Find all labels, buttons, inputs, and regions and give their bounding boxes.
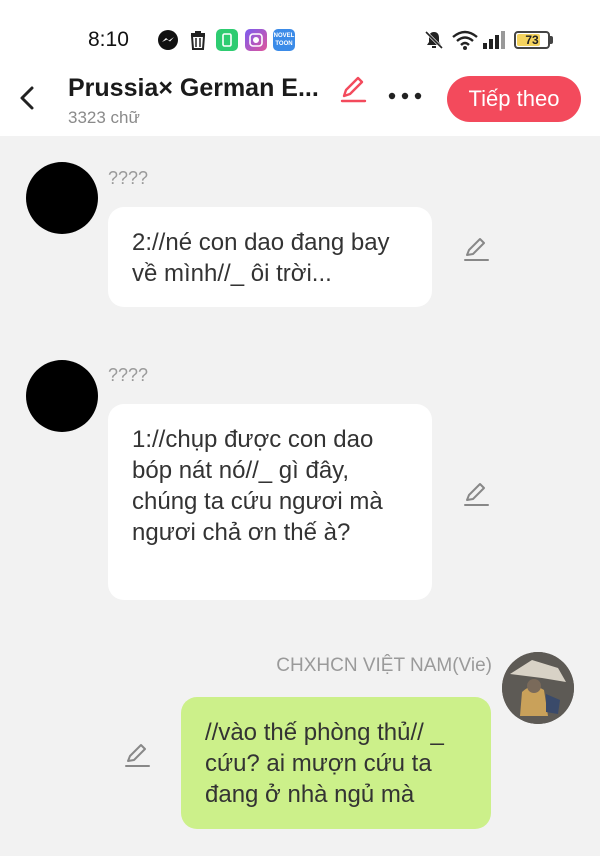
next-button[interactable]: Tiếp theo [447, 76, 581, 122]
messenger-icon [158, 30, 178, 50]
novel-toon-app-icon: NOVEL TOON [273, 29, 295, 51]
word-count: 3323 chữ [68, 108, 140, 127]
battery-icon: 73 [514, 31, 550, 49]
my-avatar[interactable] [502, 652, 574, 724]
message-bubble-mine[interactable]: //vào thế phòng thủ// _ cứu? ai mượn cứu… [181, 697, 491, 829]
status-time: 8:10 [88, 28, 129, 51]
more-options-icon[interactable] [386, 84, 424, 108]
back-button[interactable] [14, 80, 42, 116]
status-bar: 8:10 NOVEL TOON 73 [0, 0, 600, 72]
battery-level-text: 73 [525, 33, 539, 47]
signal-icon [483, 31, 505, 49]
edit-title-icon[interactable] [338, 74, 368, 104]
app-icon [216, 29, 238, 51]
edit-message-icon[interactable] [462, 480, 490, 508]
sender-name: ???? [108, 168, 149, 188]
story-title: Prussia× German E... [68, 74, 319, 102]
message-bubble[interactable]: 1://chụp được con dao bóp nát nó//_ gì đ… [108, 404, 432, 600]
wifi-icon [452, 30, 478, 50]
chat-area[interactable]: ???? 2://né con dao đang bay về mình//_ … [0, 136, 600, 856]
edit-message-icon[interactable] [462, 235, 490, 263]
message-bubble[interactable]: 2://né con dao đang bay về mình//_ ôi tr… [108, 207, 432, 307]
avatar[interactable] [26, 360, 98, 432]
avatar[interactable] [26, 162, 98, 234]
mute-icon [424, 30, 444, 50]
my-name: CHXHCN VIỆT NAM(Vie) [276, 655, 492, 676]
avatar-image [502, 652, 574, 724]
sender-name: ???? [108, 365, 149, 385]
header: Prussia× German E... 3323 chữ Tiếp theo [0, 72, 600, 136]
battery-tip [550, 36, 553, 44]
trash-icon [190, 31, 206, 50]
edit-message-icon[interactable] [123, 741, 151, 769]
app-icon [245, 29, 267, 51]
